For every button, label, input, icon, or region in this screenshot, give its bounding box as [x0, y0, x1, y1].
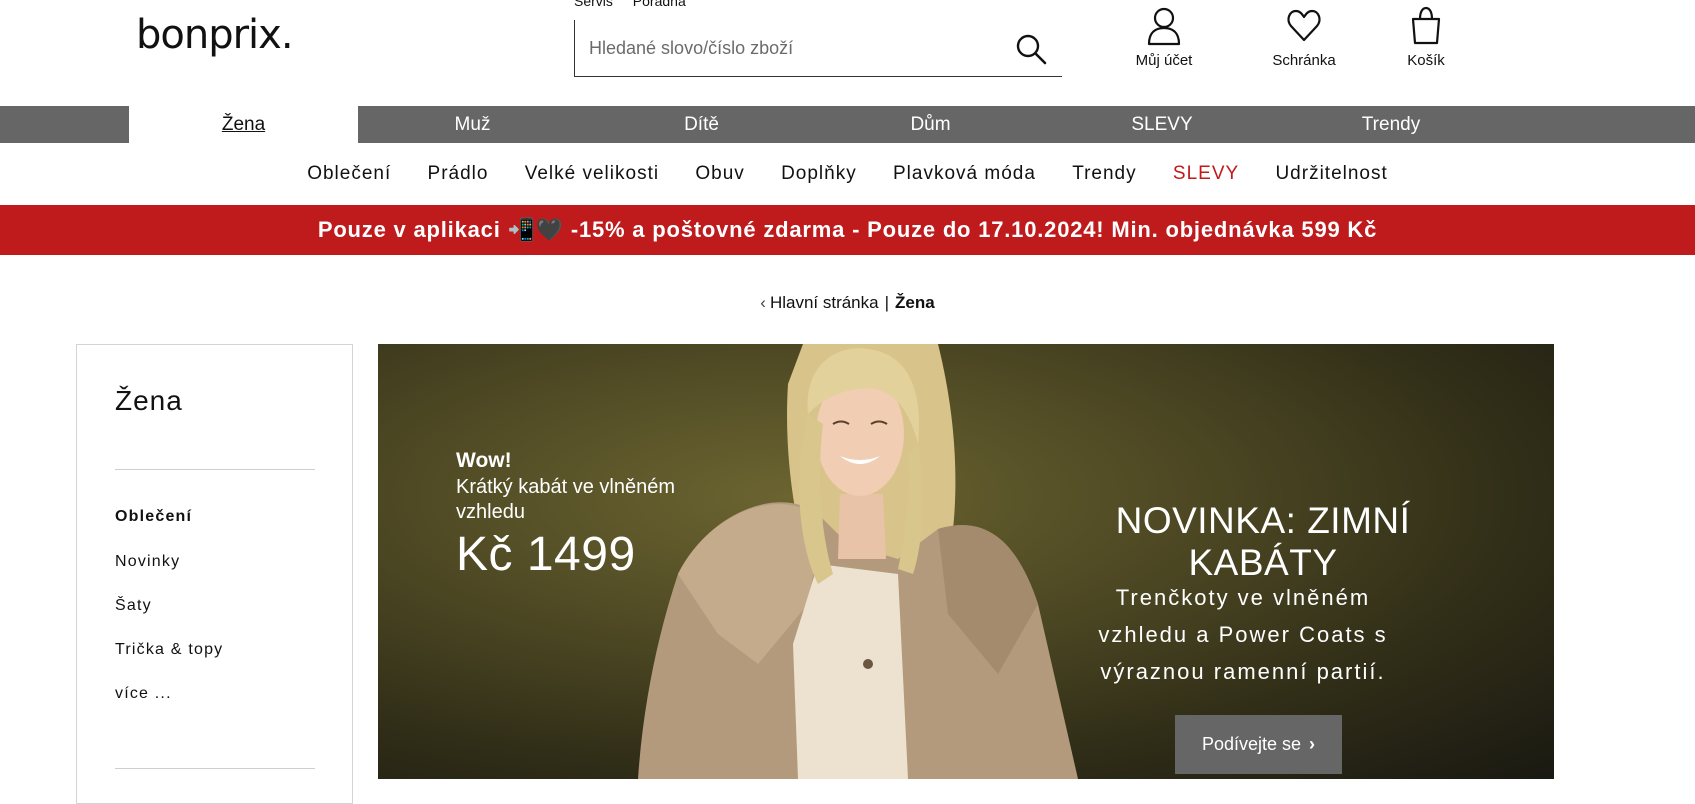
search-icon[interactable]: [1014, 32, 1048, 66]
subnav-doplnky[interactable]: Doplňky: [781, 143, 857, 205]
breadcrumb: ‹ Hlavní stránka | Žena: [0, 293, 1695, 313]
account-button[interactable]: Můj účet: [1114, 6, 1214, 69]
heart-icon: [1254, 6, 1354, 46]
account-label: Můj účet: [1135, 52, 1193, 69]
servis-link[interactable]: Servis: [574, 0, 613, 9]
tab-muz[interactable]: Muž: [358, 106, 587, 143]
category-subnav: Oblečení Prádlo Velké velikosti Obuv Dop…: [0, 143, 1695, 205]
tab-trendy[interactable]: Trendy: [1279, 106, 1503, 143]
hero-headline: NOVINKA: ZIMNÍ KABÁTY: [1115, 500, 1411, 583]
tab-zena[interactable]: Žena: [129, 106, 358, 143]
offer-wow: Wow!: [456, 449, 512, 472]
subnav-obleceni[interactable]: Oblečení: [307, 143, 391, 205]
chevron-right-icon: ›: [1309, 734, 1316, 754]
tab-dite[interactable]: Dítě: [587, 106, 816, 143]
breadcrumb-current: Žena: [895, 293, 935, 312]
offer-description: Krátký kabát ve vlněném vzhledu: [456, 476, 675, 523]
subnav-trendy[interactable]: Trendy: [1072, 143, 1136, 205]
sidebar-item-saty[interactable]: Šaty: [115, 597, 152, 615]
sidebar-item-tricka-topy[interactable]: Trička & topy: [115, 641, 223, 659]
shopping-bag-icon: [1376, 6, 1476, 46]
wishlist-label: Schránka: [1272, 52, 1336, 69]
subnav-plavkova-moda[interactable]: Plavková móda: [893, 143, 1036, 205]
tab-dum[interactable]: Dům: [816, 106, 1045, 143]
poradna-link[interactable]: Poradna: [633, 0, 686, 9]
sidebar-divider-bottom: [115, 768, 315, 769]
cta-button[interactable]: Podívejte se ›: [1175, 715, 1342, 774]
offer-price: Kč 1499: [456, 528, 636, 581]
subnav-obuv[interactable]: Obuv: [695, 143, 744, 205]
hero-banner[interactable]: Wow! Krátký kabát ve vlněném vzhledu Kč …: [378, 344, 1554, 779]
sidebar-title: Žena: [115, 385, 183, 416]
price-offer: Wow! Krátký kabát ve vlněném vzhledu Kč …: [456, 449, 696, 582]
sidebar-item-novinky[interactable]: Novinky: [115, 553, 180, 571]
promo-banner[interactable]: Pouze v aplikaci 📲🖤 -15% a poštovné zdar…: [0, 205, 1695, 255]
breadcrumb-separator: |: [884, 293, 890, 312]
tab-slevy[interactable]: SLEVY: [1045, 106, 1279, 143]
bonprix-logo[interactable]: bonprix.: [136, 12, 294, 58]
cart-button[interactable]: Košík: [1376, 6, 1476, 69]
search-input[interactable]: [587, 32, 987, 64]
search-box: [574, 20, 1062, 77]
hero-subline: Trenčkoty ve vlněném vzhledu a Power Coa…: [1098, 585, 1388, 684]
promo-text: Pouze v aplikaci 📲🖤 -15% a poštovné zdar…: [317, 217, 1378, 242]
chevron-left-icon: ‹: [760, 293, 766, 312]
sidebar-divider: [115, 469, 315, 470]
wishlist-button[interactable]: Schránka: [1254, 6, 1354, 69]
sidebar-item-vice[interactable]: více ...: [115, 685, 172, 703]
user-icon: [1114, 6, 1214, 46]
site-header: bonprix. Servis Poradna Můj účet Schr: [0, 0, 1695, 106]
subnav-udrzitelnost[interactable]: Udržitelnost: [1275, 143, 1387, 205]
category-sidebar: Žena Oblečení Novinky Šaty Trička & topy…: [76, 344, 353, 804]
cart-label: Košík: [1407, 52, 1445, 69]
cta-label: Podívejte se: [1201, 734, 1302, 754]
breadcrumb-home-link[interactable]: Hlavní stránka: [770, 293, 879, 312]
service-links: Servis Poradna: [574, 0, 702, 9]
subnav-slevy[interactable]: SLEVY: [1173, 143, 1239, 205]
subnav-velke-velikosti[interactable]: Velké velikosti: [525, 143, 659, 205]
sidebar-section-obleceni[interactable]: Oblečení: [115, 508, 192, 526]
subnav-pradlo[interactable]: Prádlo: [428, 143, 489, 205]
main-navigation: Žena Muž Dítě Dům SLEVY Trendy: [0, 106, 1695, 143]
